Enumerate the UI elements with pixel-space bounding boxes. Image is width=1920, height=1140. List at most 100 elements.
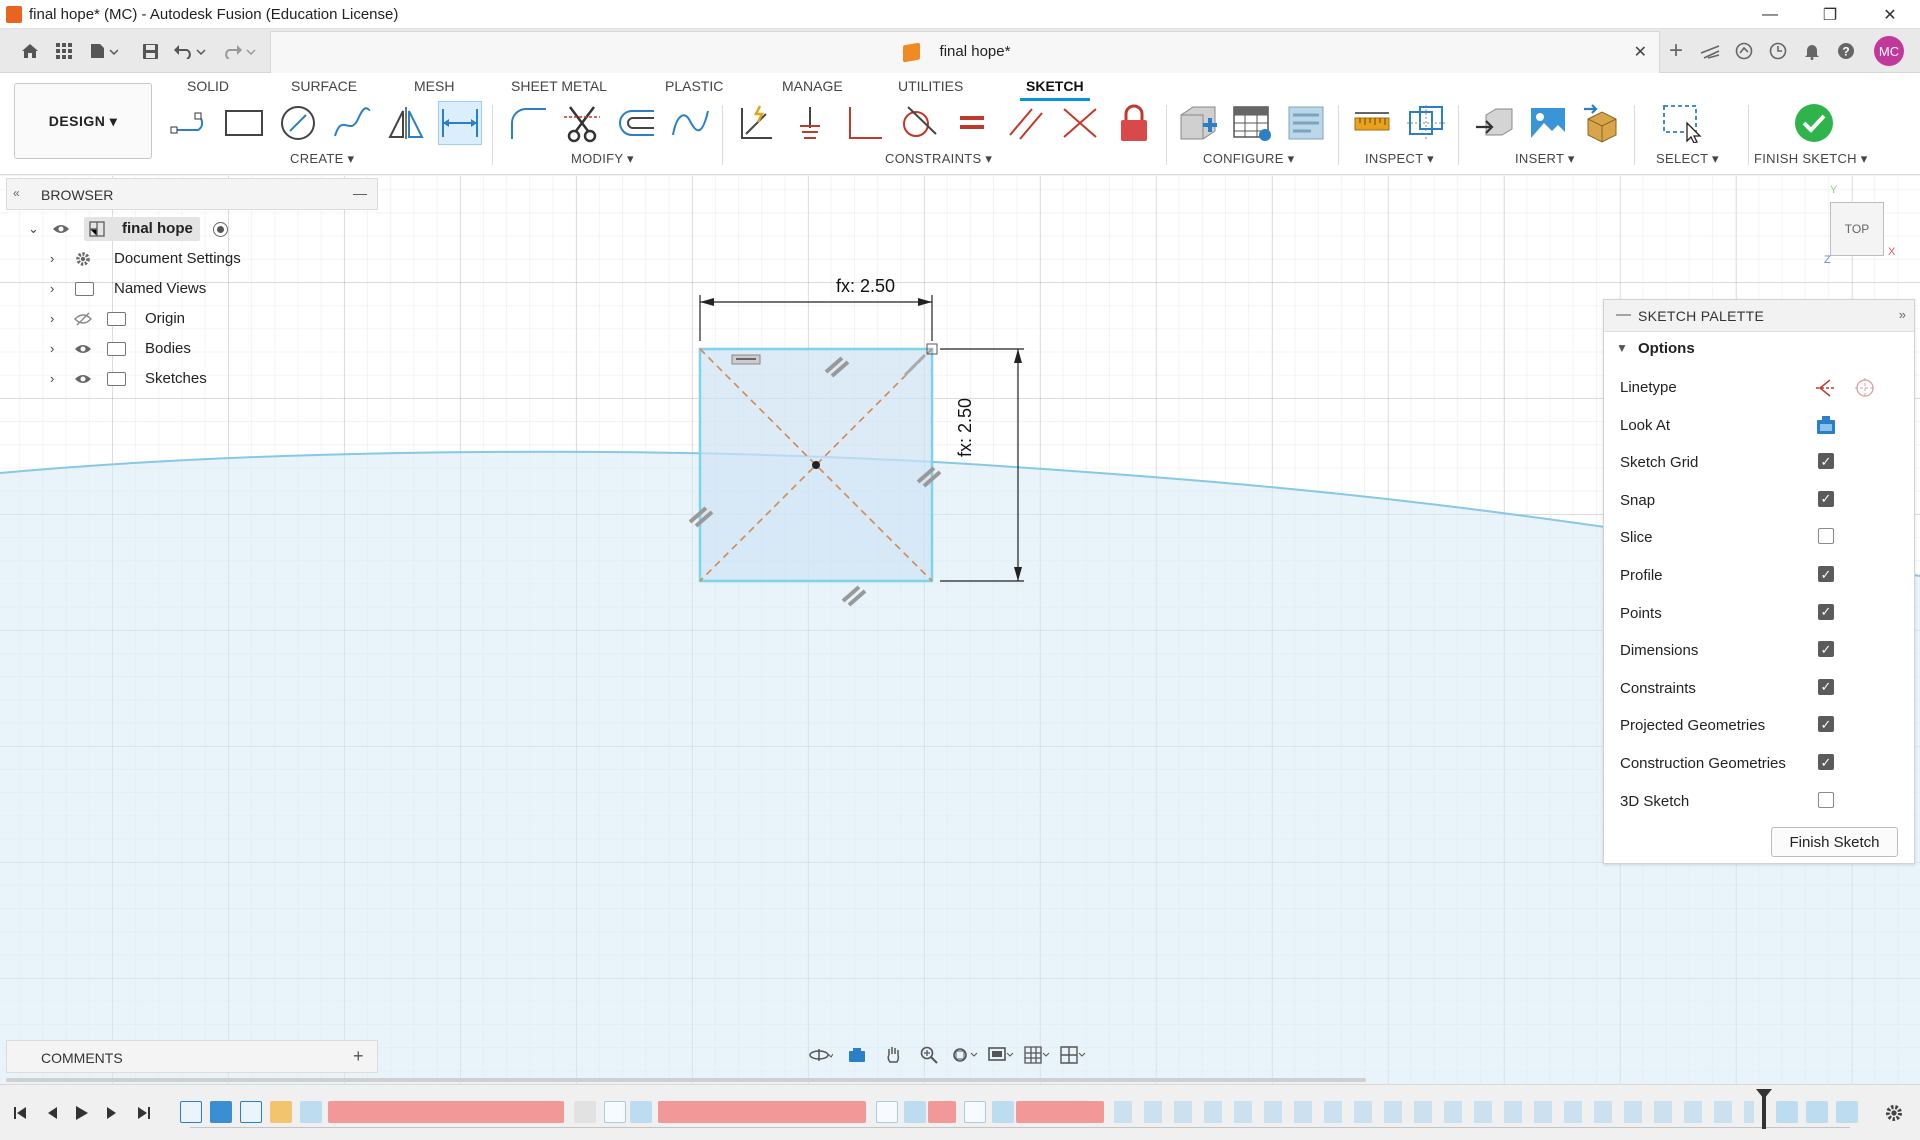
zoom-icon[interactable] xyxy=(916,1043,942,1067)
finish-sketch-dropdown[interactable]: FINISH SKETCH ▾ xyxy=(1754,151,1868,167)
timeline-suppressed-group-3[interactable] xyxy=(1016,1101,1104,1123)
timeline-feature-sketch[interactable] xyxy=(964,1101,986,1123)
timeline-feature-sketch[interactable] xyxy=(604,1101,626,1123)
browser-item-named-views[interactable]: › Named Views xyxy=(6,274,378,304)
horizontal-scrollbar[interactable] xyxy=(6,1078,1366,1082)
timeline-feature-body[interactable] xyxy=(1806,1101,1828,1123)
hidden-eye-icon[interactable] xyxy=(74,310,92,328)
profile-checkbox[interactable]: ✓ xyxy=(1818,566,1834,582)
tab-manage[interactable]: MANAGE xyxy=(782,73,843,99)
collapse-panel-icon[interactable]: « xyxy=(13,186,20,200)
conic-curve-tool-icon[interactable] xyxy=(668,101,712,145)
configure-rules-icon[interactable] xyxy=(1284,101,1328,145)
section-collapse-icon[interactable]: ▼ xyxy=(1616,341,1628,355)
add-comment-icon[interactable]: + xyxy=(353,1046,364,1067)
select-window-icon[interactable] xyxy=(1660,101,1704,145)
timeline-feature-sketch[interactable] xyxy=(180,1101,202,1123)
spline-tool-icon[interactable] xyxy=(330,101,374,145)
tab-sketch[interactable]: SKETCH xyxy=(1020,73,1090,101)
trim-scissors-icon[interactable] xyxy=(560,101,604,145)
timeline-feature-run[interactable] xyxy=(1114,1101,1754,1123)
look-at-nav-icon[interactable] xyxy=(844,1043,870,1067)
constraints-group-dropdown[interactable]: CONSTRAINTS ▾ xyxy=(885,151,992,167)
points-checkbox[interactable]: ✓ xyxy=(1818,603,1834,620)
viewcube[interactable]: Y TOP X Z xyxy=(1818,184,1898,274)
expand-chevron-icon[interactable]: › xyxy=(50,281,54,296)
tab-sheet-metal[interactable]: SHEET METAL xyxy=(511,73,607,99)
equal-constraint-icon[interactable] xyxy=(950,101,994,145)
timeline-feature-body[interactable] xyxy=(1836,1101,1858,1123)
offset-tool-icon[interactable] xyxy=(614,101,658,145)
display-settings-icon[interactable] xyxy=(988,1043,1014,1067)
symmetry-constraint-icon[interactable] xyxy=(1058,101,1102,145)
fillet-tool-icon[interactable] xyxy=(506,101,550,145)
palette-collapse-icon[interactable]: — xyxy=(1616,306,1631,323)
expand-chevron-icon[interactable]: › xyxy=(50,251,54,266)
visibility-eye-icon[interactable] xyxy=(74,340,92,358)
parallel-constraint-icon[interactable] xyxy=(1004,101,1048,145)
job-status-icon[interactable] xyxy=(1730,37,1758,65)
document-tab[interactable]: final hope* ✕ xyxy=(270,31,1660,73)
expand-chevron-icon[interactable]: › xyxy=(50,371,54,386)
create-group-dropdown[interactable]: CREATE ▾ xyxy=(290,151,354,167)
notifications-bell-icon[interactable] xyxy=(1798,37,1826,65)
workspace-switcher[interactable]: DESIGN ▾ xyxy=(14,83,152,159)
browser-item-bodies[interactable]: › Bodies xyxy=(6,334,378,364)
browser-item-sketches[interactable]: › Sketches xyxy=(6,364,378,394)
interference-icon[interactable] xyxy=(1404,101,1448,145)
finish-sketch-button[interactable]: Finish Sketch xyxy=(1771,827,1898,857)
step-back-icon[interactable] xyxy=(40,1101,64,1125)
timeline-feature-body[interactable] xyxy=(992,1101,1014,1123)
browser-item-document-settings[interactable]: › Document Settings xyxy=(6,244,378,274)
tangent-constraint-icon[interactable] xyxy=(896,101,940,145)
horizontal-constraint-glyph[interactable] xyxy=(731,354,761,365)
coincident-constraint-icon[interactable] xyxy=(788,101,832,145)
close-window-button[interactable]: ✕ xyxy=(1862,0,1918,29)
rectangle-tool-icon[interactable] xyxy=(222,101,266,145)
go-to-start-icon[interactable] xyxy=(8,1101,32,1125)
extensions-icon[interactable] xyxy=(1696,37,1724,65)
browser-minimize-icon[interactable]: — xyxy=(353,185,367,201)
new-tab-icon[interactable]: + xyxy=(1662,37,1690,65)
construction-geometries-checkbox[interactable]: ✓ xyxy=(1818,754,1834,770)
inspect-group-dropdown[interactable]: INSPECT ▾ xyxy=(1365,151,1434,167)
palette-pin-icon[interactable]: » xyxy=(1899,307,1906,322)
timeline-feature-body[interactable] xyxy=(1776,1101,1798,1123)
browser-root-row[interactable]: ⌄ final hope xyxy=(6,214,378,244)
measure-icon[interactable] xyxy=(1350,101,1394,145)
snap-checkbox[interactable]: ✓ xyxy=(1818,490,1834,507)
viewports-icon[interactable] xyxy=(1060,1043,1086,1067)
sketch-dimension-tool-icon[interactable] xyxy=(438,101,482,145)
undo-icon[interactable] xyxy=(172,37,208,65)
timeline-feature-body[interactable] xyxy=(904,1101,926,1123)
pan-hand-icon[interactable] xyxy=(880,1043,906,1067)
file-menu-icon[interactable] xyxy=(90,37,118,65)
dimensions-checkbox[interactable]: ✓ xyxy=(1818,641,1834,658)
insert-derive-icon[interactable] xyxy=(1472,101,1516,145)
play-icon[interactable] xyxy=(70,1101,94,1125)
perpendicular-constraint-icon[interactable] xyxy=(842,101,886,145)
centerline-linetype-icon[interactable] xyxy=(1854,378,1876,403)
timeline-feature-body[interactable] xyxy=(630,1101,652,1123)
configurations-table-icon[interactable] xyxy=(1230,101,1274,145)
expand-chevron-icon[interactable]: › xyxy=(50,311,54,326)
fit-view-icon[interactable] xyxy=(952,1043,978,1067)
change-parameters-icon[interactable] xyxy=(1176,101,1220,145)
select-group-dropdown[interactable]: SELECT ▾ xyxy=(1656,151,1719,167)
timeline-feature-body[interactable] xyxy=(300,1101,322,1123)
restore-button[interactable]: ❐ xyxy=(1802,0,1858,29)
user-avatar[interactable]: MC xyxy=(1874,36,1904,66)
fix-lock-icon[interactable] xyxy=(1112,101,1156,145)
data-panel-grid-icon[interactable] xyxy=(50,37,78,65)
tab-surface[interactable]: SURFACE xyxy=(291,73,357,99)
tab-solid[interactable]: SOLID xyxy=(187,73,229,99)
insert-mcmaster-icon[interactable] xyxy=(1580,101,1624,145)
sketch-grid-checkbox[interactable]: ✓ xyxy=(1818,453,1834,470)
line-tool-icon[interactable] xyxy=(168,101,212,145)
close-tab-icon[interactable]: ✕ xyxy=(1634,42,1647,62)
insert-group-dropdown[interactable]: INSERT ▾ xyxy=(1515,151,1575,167)
insert-canvas-image-icon[interactable] xyxy=(1526,101,1570,145)
timeline-feature-sketch[interactable] xyxy=(240,1101,262,1123)
browser-item-origin[interactable]: › Origin xyxy=(6,304,378,334)
horizontal-dimension[interactable] xyxy=(699,295,933,341)
